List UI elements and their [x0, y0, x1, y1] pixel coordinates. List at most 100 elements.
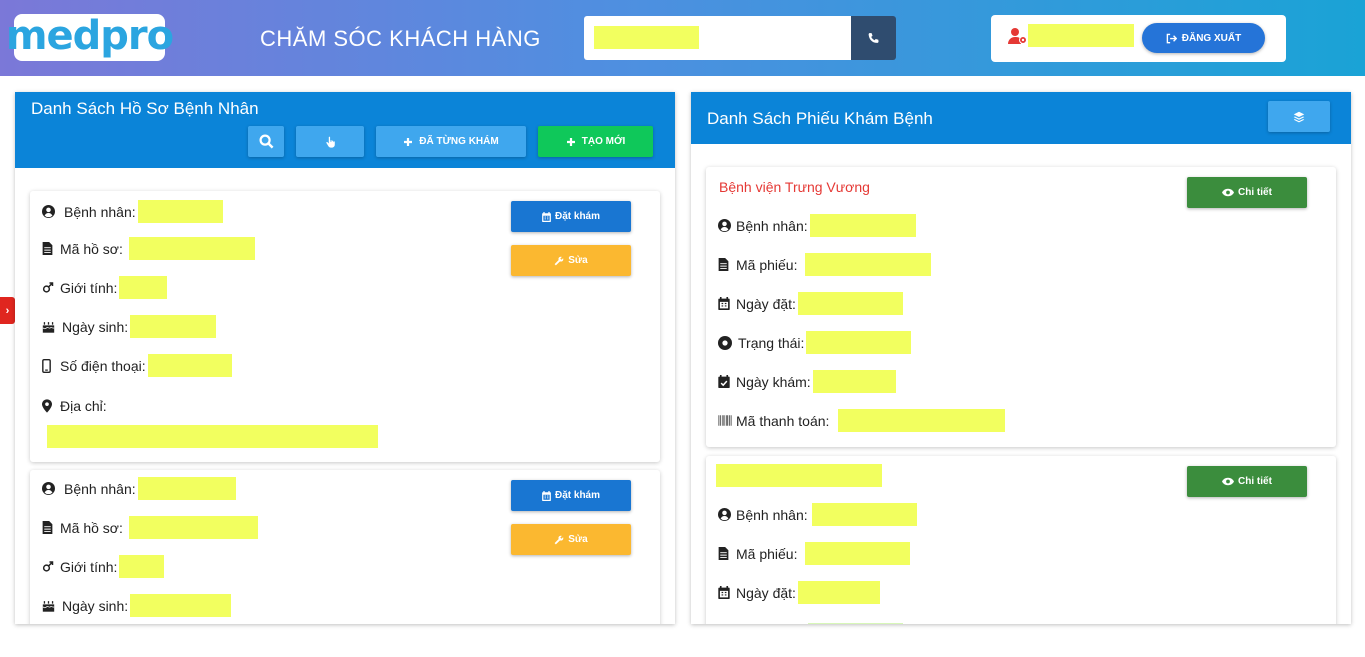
- birthday-cake-icon: [42, 321, 58, 333]
- medpro-logo[interactable]: medpro: [6, 14, 174, 61]
- record-id-row: Mã hồ sơ:: [42, 237, 255, 260]
- patient-record-card: Bệnh nhân: Mã hồ sơ: Giới tính: Ngày sin…: [30, 470, 660, 624]
- redacted-search-value: [594, 26, 699, 49]
- redacted-phone: [147, 354, 232, 377]
- layers-button[interactable]: [1268, 101, 1330, 132]
- payment-id-row: Mã thanh toán:: [718, 409, 1006, 432]
- redacted-record-id: [128, 237, 255, 260]
- hand-pointer-icon: [325, 136, 335, 148]
- redacted-status: [806, 331, 912, 354]
- ticket-id-row: Mã phiếu:: [718, 542, 911, 565]
- gender-row: Giới tính:: [42, 555, 165, 578]
- gender-icon: [42, 281, 58, 294]
- redacted-record-id: [128, 516, 258, 539]
- gender-row: Giới tính:: [42, 276, 168, 299]
- calendar-check-icon: [718, 375, 734, 388]
- wrench-icon: [554, 535, 564, 544]
- book-appointment-button[interactable]: Đặt khám: [511, 480, 631, 511]
- phone-row: Số điện thoại:: [42, 354, 232, 377]
- visited-before-button[interactable]: ĐÃ TỪNG KHÁM: [376, 126, 526, 157]
- edit-button[interactable]: Sửa: [511, 245, 631, 276]
- booked-date-row: Ngày đặt:: [718, 581, 880, 604]
- file-icon: [718, 258, 734, 271]
- redacted-patient-name: [137, 477, 236, 500]
- calendar-icon: [542, 211, 551, 222]
- redacted-username: [1028, 24, 1134, 47]
- dob-row: Ngày sinh:: [42, 594, 232, 617]
- file-icon: [42, 242, 58, 255]
- calendar-icon: [718, 586, 734, 599]
- detail-button[interactable]: Chi tiết: [1187, 466, 1307, 497]
- select-button[interactable]: [296, 126, 364, 157]
- search-button[interactable]: [248, 126, 284, 157]
- wrench-icon: [554, 256, 564, 265]
- redacted-patient-name: [137, 200, 223, 223]
- create-new-button[interactable]: TẠO MỚI: [538, 126, 653, 157]
- logout-button[interactable]: ĐĂNG XUẤT: [1142, 23, 1265, 53]
- patient-records-panel: Danh Sách Hồ Sơ Bệnh Nhân ĐÃ TỪNG KHÁM T…: [15, 92, 675, 624]
- layers-icon: [1293, 111, 1305, 122]
- hospital-name: Bệnh viện Trưng Vương: [719, 179, 870, 195]
- phone-icon: [868, 32, 879, 43]
- user-circle-icon: [718, 219, 734, 232]
- user-circle-icon: [42, 482, 58, 495]
- patient-record-card: Bệnh nhân: Mã hồ sơ: Giới tính: Ngày sin…: [30, 191, 660, 462]
- exam-ticket-card: Bệnh viện Trưng Vương Chi tiết Bệnh nhân…: [706, 167, 1336, 447]
- redacted-hospital-name: [716, 464, 882, 487]
- map-marker-icon: [42, 398, 58, 413]
- patient-name-row: Bệnh nhân:: [718, 503, 917, 526]
- ticket-id-row: Mã phiếu:: [718, 253, 932, 276]
- detail-button[interactable]: Chi tiết: [1187, 177, 1307, 208]
- redacted-ticket-id: [805, 253, 932, 276]
- eye-icon: [1222, 188, 1235, 197]
- redacted-payment-id: [838, 409, 1006, 432]
- sidebar-toggle-chevron-right-icon[interactable]: ›: [0, 297, 15, 324]
- edit-button[interactable]: Sửa: [511, 524, 631, 555]
- redacted-status-partial: [808, 623, 903, 624]
- user-box: ĐĂNG XUẤT: [991, 15, 1286, 62]
- record-id-row: Mã hồ sơ:: [42, 516, 258, 539]
- redacted-patient-name: [809, 214, 916, 237]
- top-header: medpro CHĂM SÓC KHÁCH HÀNG ĐĂNG XUẤT: [0, 0, 1365, 76]
- redacted-address: [47, 425, 378, 448]
- exam-tickets-list[interactable]: Bệnh viện Trưng Vương Chi tiết Bệnh nhân…: [691, 144, 1351, 624]
- phone-search-button[interactable]: [851, 16, 896, 60]
- redacted-booked-date: [797, 581, 880, 604]
- redacted-patient-name: [811, 503, 917, 526]
- search-icon: [258, 134, 273, 149]
- patient-records-title: Danh Sách Hồ Sơ Bệnh Nhân: [31, 99, 259, 118]
- page-title: CHĂM SÓC KHÁCH HÀNG: [260, 26, 541, 51]
- user-circle-icon: [718, 508, 734, 521]
- calendar-icon: [718, 297, 734, 310]
- redacted-gender: [119, 555, 165, 578]
- file-icon: [718, 547, 734, 560]
- redacted-booked-date: [797, 292, 903, 315]
- patient-name-row: Bệnh nhân:: [42, 477, 236, 500]
- patient-name-row: Bệnh nhân:: [42, 200, 223, 223]
- redacted-gender: [119, 276, 168, 299]
- gender-icon: [42, 560, 58, 573]
- patient-records-list[interactable]: Bệnh nhân: Mã hồ sơ: Giới tính: Ngày sin…: [15, 168, 675, 624]
- patient-records-panel-header: Danh Sách Hồ Sơ Bệnh Nhân ĐÃ TỪNG KHÁM T…: [15, 92, 675, 168]
- dot-circle-icon: [718, 335, 734, 350]
- exam-tickets-panel: Danh Sách Phiếu Khám Bệnh Bệnh viện Trưn…: [691, 92, 1351, 624]
- book-appointment-button[interactable]: Đặt khám: [511, 201, 631, 232]
- redacted-dob: [130, 594, 232, 617]
- redacted-dob: [130, 315, 217, 338]
- birthday-cake-icon: [42, 600, 58, 612]
- phone-search-input[interactable]: [584, 16, 851, 60]
- exam-tickets-panel-header: Danh Sách Phiếu Khám Bệnh: [691, 92, 1351, 144]
- file-icon: [42, 521, 58, 534]
- mobile-icon: [42, 358, 58, 373]
- booked-date-row: Ngày đặt:: [718, 292, 903, 315]
- exam-ticket-card: Chi tiết Bệnh nhân: Mã phiếu: Ngày đặt:: [706, 456, 1336, 624]
- eye-icon: [1222, 477, 1235, 486]
- user-settings-icon: [1008, 28, 1027, 44]
- redacted-ticket-id: [805, 542, 911, 565]
- address-row: Địa chỉ:: [42, 394, 107, 417]
- plus-icon: [404, 137, 413, 146]
- patient-name-row: Bệnh nhân:: [718, 214, 916, 237]
- exam-date-row: Ngày khám:: [718, 370, 896, 393]
- barcode-icon: [718, 415, 734, 426]
- plus-icon: [566, 137, 575, 146]
